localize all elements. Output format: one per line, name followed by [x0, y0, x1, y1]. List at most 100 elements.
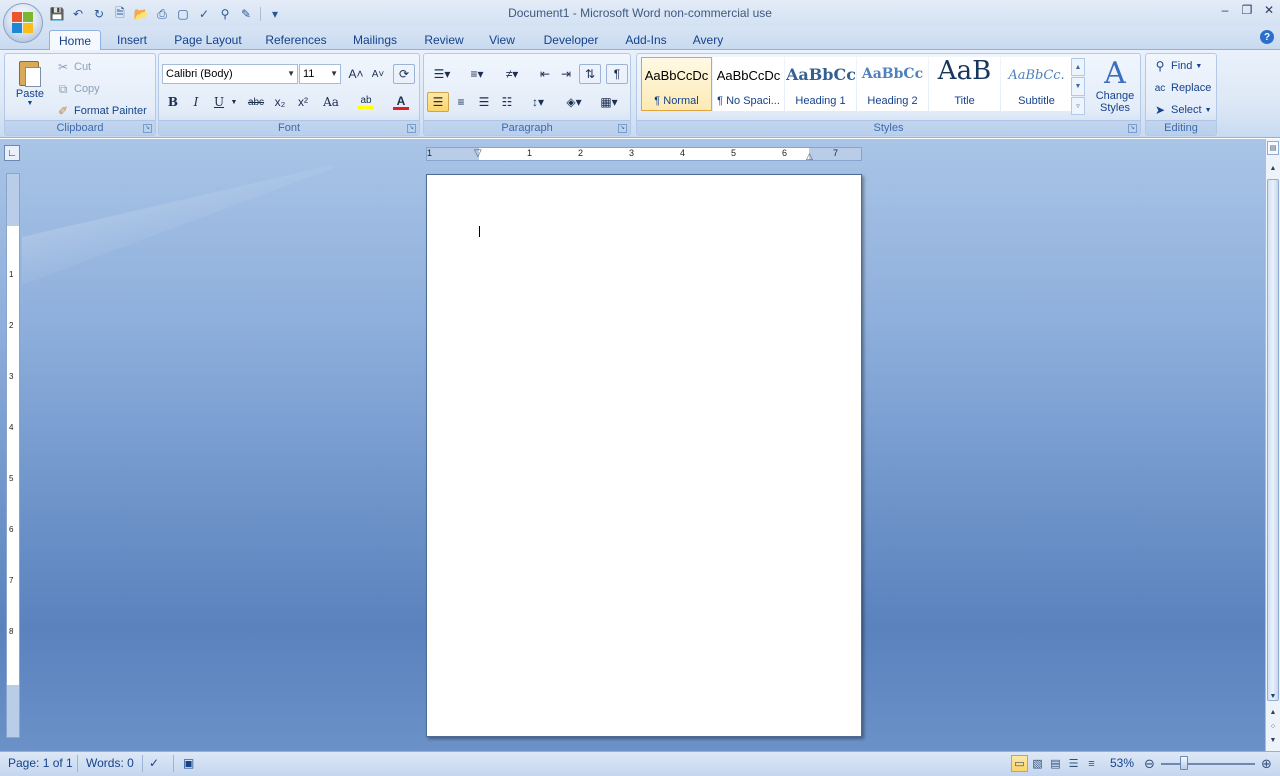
right-indent-marker-icon[interactable]: △ [806, 150, 813, 162]
zoom-slider-thumb[interactable] [1180, 756, 1188, 770]
change-styles-button[interactable]: A Change Styles [1091, 58, 1139, 115]
scroll-up-icon[interactable]: ▲ [1267, 161, 1279, 175]
zoom-out-icon[interactable]: ⊖ [1141, 755, 1158, 772]
vertical-ruler[interactable]: 1 2 3 4 5 6 7 8 [6, 173, 20, 738]
increase-indent-icon[interactable]: ⇥ [555, 64, 577, 84]
grow-font-button[interactable]: A˄ [345, 64, 367, 84]
tab-review[interactable]: Review [420, 30, 468, 50]
chevron-up-icon[interactable]: ▲ [1071, 58, 1085, 77]
select-button[interactable]: ➤ Select ▼ [1152, 102, 1212, 118]
numbering-icon[interactable]: ≡▾ [462, 64, 492, 84]
view-ruler-icon[interactable]: ▤ [1267, 141, 1279, 155]
scroll-down-icon[interactable]: ▼ [1267, 689, 1279, 703]
borders-icon[interactable]: ▦▾ [594, 92, 624, 112]
align-left-icon[interactable]: ☰ [427, 92, 449, 112]
previous-page-icon[interactable]: ▲ [1267, 705, 1279, 719]
vertical-scrollbar[interactable]: ▤ ▲ ▼ ▲ ○ ▼ [1265, 139, 1280, 751]
align-center-icon[interactable]: ≡ [450, 92, 472, 112]
chevron-down-icon[interactable]: ▼ [229, 92, 239, 112]
next-page-icon[interactable]: ▼ [1267, 733, 1279, 747]
highlight-button[interactable]: ab [351, 92, 381, 112]
proofing-icon[interactable]: ✓ [149, 756, 159, 770]
macro-record-icon[interactable]: ▣ [183, 756, 194, 770]
web-layout-icon[interactable]: ▤ [1047, 755, 1064, 772]
superscript-button[interactable]: x² [292, 92, 314, 112]
tab-selector-button[interactable]: ∟ [4, 145, 20, 161]
font-size-combo[interactable]: 11 ▼ [299, 64, 341, 84]
subscript-button[interactable]: x₂ [269, 92, 291, 112]
ruler-number: 4 [9, 423, 14, 432]
page-count[interactable]: Page: 1 of 1 [8, 756, 73, 770]
style-sample: AaBbCc [786, 65, 855, 84]
restore-button[interactable]: ❐ [1236, 0, 1258, 20]
style-normal[interactable]: AaBbCcDc ¶ Normal [641, 57, 712, 111]
minimize-button[interactable]: – [1214, 0, 1236, 20]
chevron-down-icon: ▼ [287, 69, 295, 78]
dialog-launcher-icon[interactable]: ↘ [618, 124, 627, 133]
style-subtitle[interactable]: AaBbCc. Subtitle [1001, 57, 1072, 111]
zoom-slider[interactable] [1161, 763, 1255, 765]
dialog-launcher-icon[interactable]: ↘ [407, 124, 416, 133]
tab-add-ins[interactable]: Add-Ins [621, 30, 671, 50]
help-icon[interactable]: ? [1260, 30, 1274, 44]
underline-button[interactable]: U [208, 92, 230, 112]
style-no-spacing[interactable]: AaBbCcDc ¶ No Spaci... [713, 57, 784, 111]
highlight-color-bar [358, 106, 374, 109]
draft-view-icon[interactable]: ≡ [1083, 755, 1100, 772]
tab-insert[interactable]: Insert [110, 30, 154, 50]
find-button[interactable]: ⚲ Find ▼ [1152, 58, 1203, 74]
tab-view[interactable]: View [484, 30, 520, 50]
align-right-icon[interactable]: ☰ [473, 92, 495, 112]
outline-view-icon[interactable]: ☰ [1065, 755, 1082, 772]
more-styles-icon[interactable]: ▿ [1071, 96, 1085, 115]
line-spacing-icon[interactable]: ↕▾ [524, 92, 552, 112]
word-count[interactable]: Words: 0 [86, 756, 134, 770]
clear-formatting-icon[interactable]: ⟳ [393, 64, 415, 84]
dialog-launcher-icon[interactable]: ↘ [1128, 124, 1137, 133]
scrollbar-thumb[interactable] [1267, 179, 1279, 701]
multilevel-list-icon[interactable]: ≠▾ [497, 64, 527, 84]
bold-button[interactable]: B [162, 92, 184, 112]
sort-icon[interactable]: ⇅ [579, 64, 601, 84]
font-name-combo[interactable]: Calibri (Body) ▼ [162, 64, 298, 84]
office-button[interactable] [3, 3, 43, 43]
paragraph-group: ☰▾ ≡▾ ≠▾ ⇤ ⇥ ⇅ ¶ ☰ ≡ ☰ ☷ ↕▾ ◈▾ ▦▾ Paragr… [423, 53, 631, 136]
style-title[interactable]: AaB Title [929, 56, 1000, 111]
format-painter-button[interactable]: ✐ Format Painter [55, 103, 147, 119]
clipboard-group: Paste ▼ ✂ Cut ⧉ Copy ✐ Format Painter Cl… [4, 53, 156, 136]
style-heading-2[interactable]: AaBbCc Heading 2 [857, 57, 928, 111]
tab-references[interactable]: References [262, 30, 330, 50]
justify-icon[interactable]: ☷ [496, 92, 518, 112]
chevron-down-icon[interactable]: ▼ [1071, 77, 1085, 96]
decrease-indent-icon[interactable]: ⇤ [534, 64, 556, 84]
tab-home[interactable]: Home [49, 30, 101, 50]
font-color-button[interactable]: A [387, 92, 415, 112]
shrink-font-button[interactable]: A˅ [367, 64, 389, 84]
strikethrough-button[interactable]: abc [245, 92, 267, 112]
replace-button[interactable]: ac Replace [1152, 80, 1212, 96]
close-button[interactable]: ✕ [1258, 0, 1280, 20]
print-layout-view-icon[interactable]: ▭ [1011, 755, 1028, 772]
copy-button[interactable]: ⧉ Copy [55, 81, 100, 97]
italic-button[interactable]: I [185, 92, 207, 112]
select-browse-object-icon[interactable]: ○ [1267, 719, 1279, 733]
bullets-icon[interactable]: ☰▾ [427, 64, 457, 84]
paste-button[interactable]: Paste ▼ [10, 56, 50, 116]
document-page[interactable] [426, 174, 862, 737]
horizontal-ruler[interactable]: 1 1 2 3 4 5 6 7 ▽ △ [426, 147, 862, 161]
show-marks-button[interactable]: ¶ [606, 64, 628, 84]
change-case-button[interactable]: Aa [317, 92, 345, 112]
zoom-in-icon[interactable]: ⊕ [1258, 755, 1275, 772]
dialog-launcher-icon[interactable]: ↘ [143, 124, 152, 133]
tab-mailings[interactable]: Mailings [347, 30, 403, 50]
tab-avery[interactable]: Avery [688, 30, 728, 50]
shading-icon[interactable]: ◈▾ [559, 92, 589, 112]
zoom-level[interactable]: 53% [1110, 756, 1134, 770]
top-margin [7, 174, 19, 226]
indent-marker-icon[interactable]: ▽ [474, 148, 482, 160]
full-screen-reading-icon[interactable]: ▧ [1029, 755, 1046, 772]
cut-button[interactable]: ✂ Cut [55, 59, 91, 75]
tab-page-layout[interactable]: Page Layout [170, 30, 246, 50]
style-heading-1[interactable]: AaBbCc Heading 1 [785, 57, 856, 111]
tab-developer[interactable]: Developer [538, 30, 604, 50]
